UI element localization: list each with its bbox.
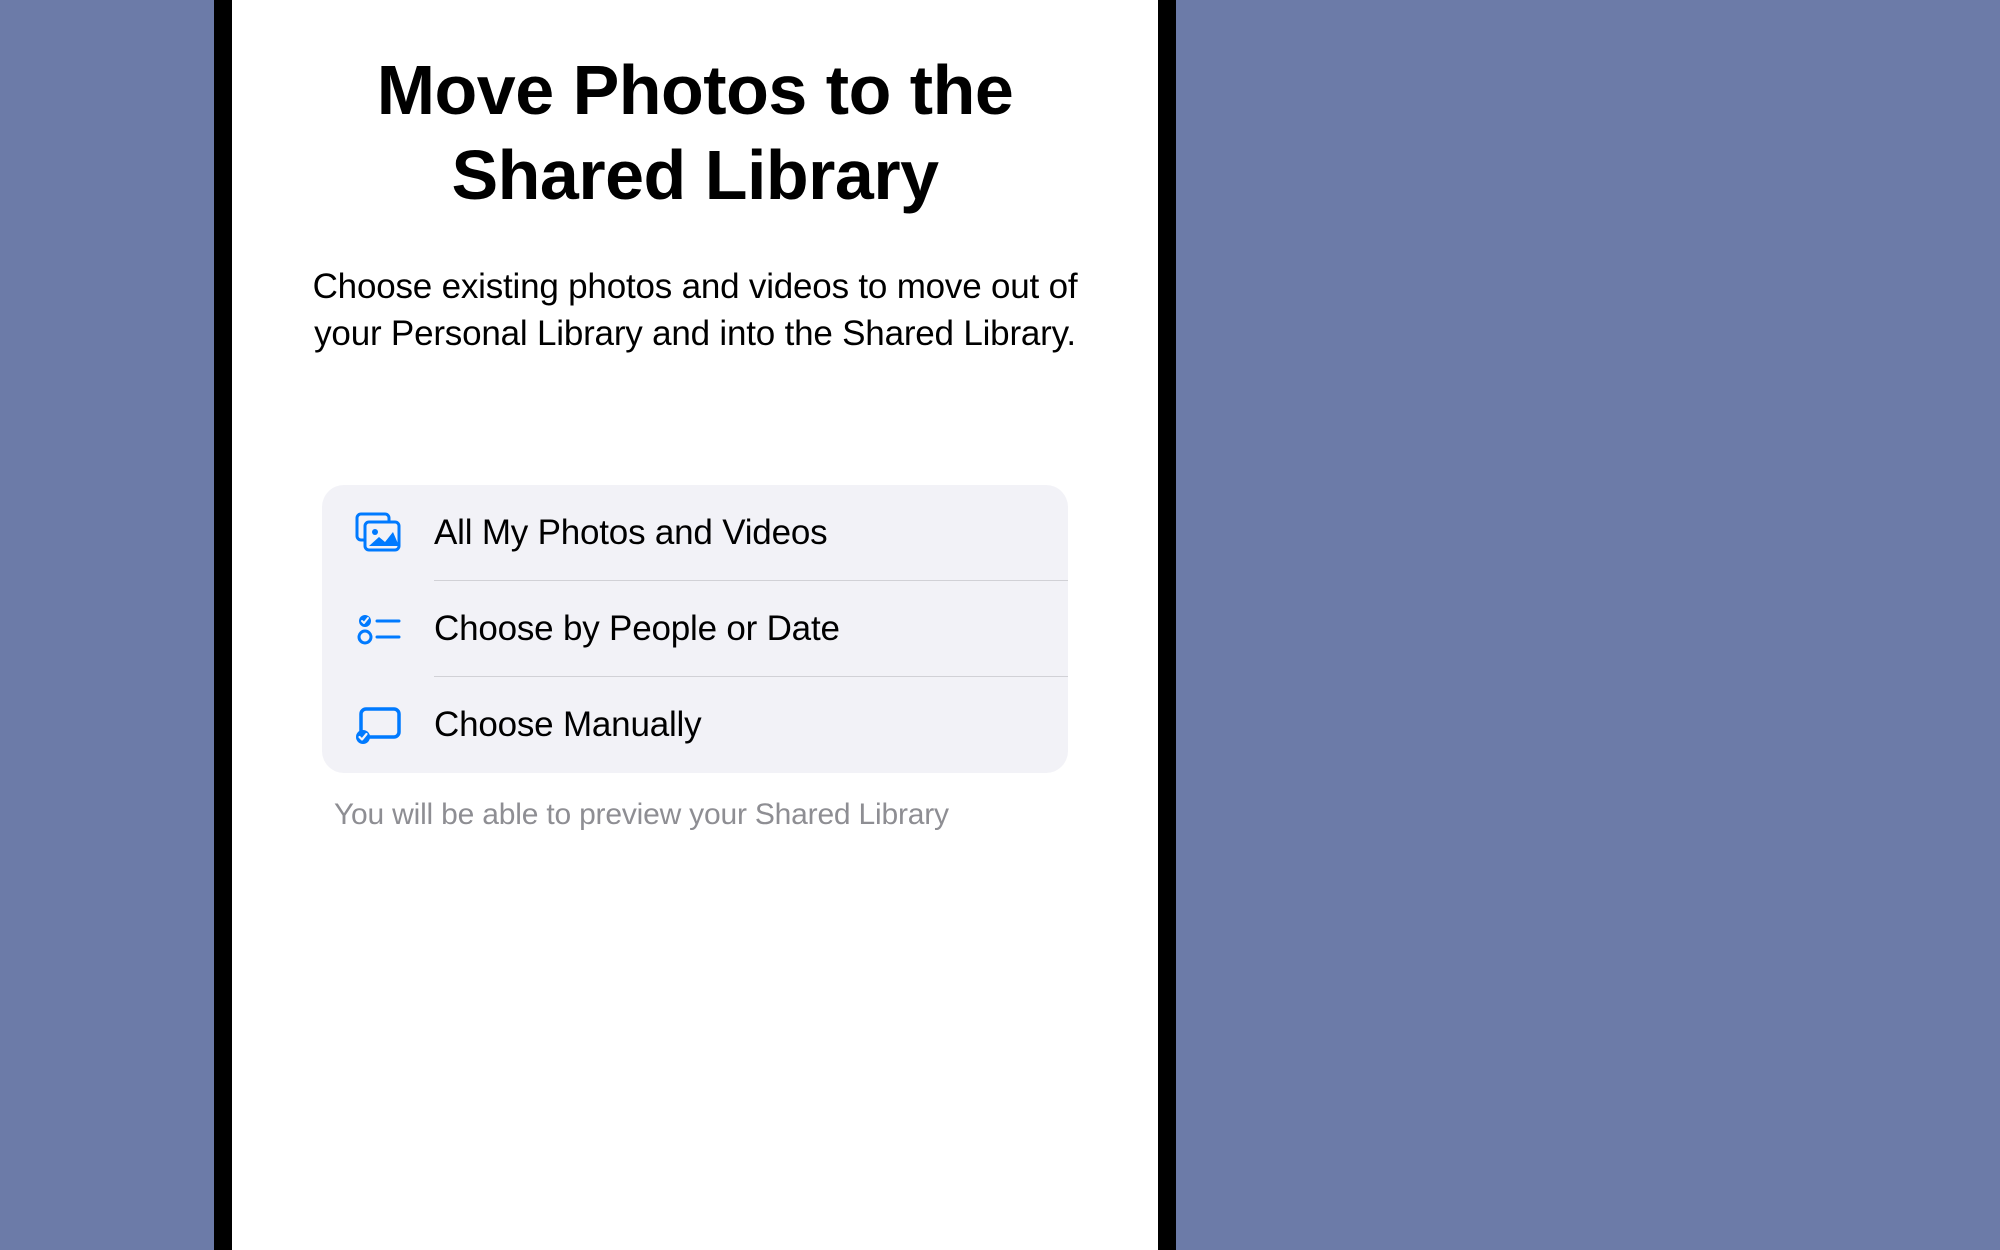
option-people-date[interactable]: Choose by People or Date: [322, 581, 1068, 677]
select-rect-icon: [354, 701, 404, 749]
option-all-photos[interactable]: All My Photos and Videos: [322, 485, 1068, 581]
filter-list-icon: [354, 605, 404, 653]
page-subtitle: Choose existing photos and videos to mov…: [272, 263, 1118, 358]
option-label: Choose by People or Date: [434, 609, 840, 649]
option-manual[interactable]: Choose Manually: [322, 677, 1068, 773]
option-label: All My Photos and Videos: [434, 513, 827, 553]
option-label: Choose Manually: [434, 705, 701, 745]
options-card: All My Photos and Videos Choose by Peopl…: [322, 485, 1068, 773]
footer-hint: You will be able to preview your Shared …: [334, 795, 1056, 834]
screen-content: Move Photos to the Shared Library Choose…: [232, 0, 1158, 1250]
device-frame: Move Photos to the Shared Library Choose…: [214, 0, 1176, 1250]
page-title: Move Photos to the Shared Library: [272, 48, 1118, 219]
photos-stack-icon: [354, 509, 404, 557]
